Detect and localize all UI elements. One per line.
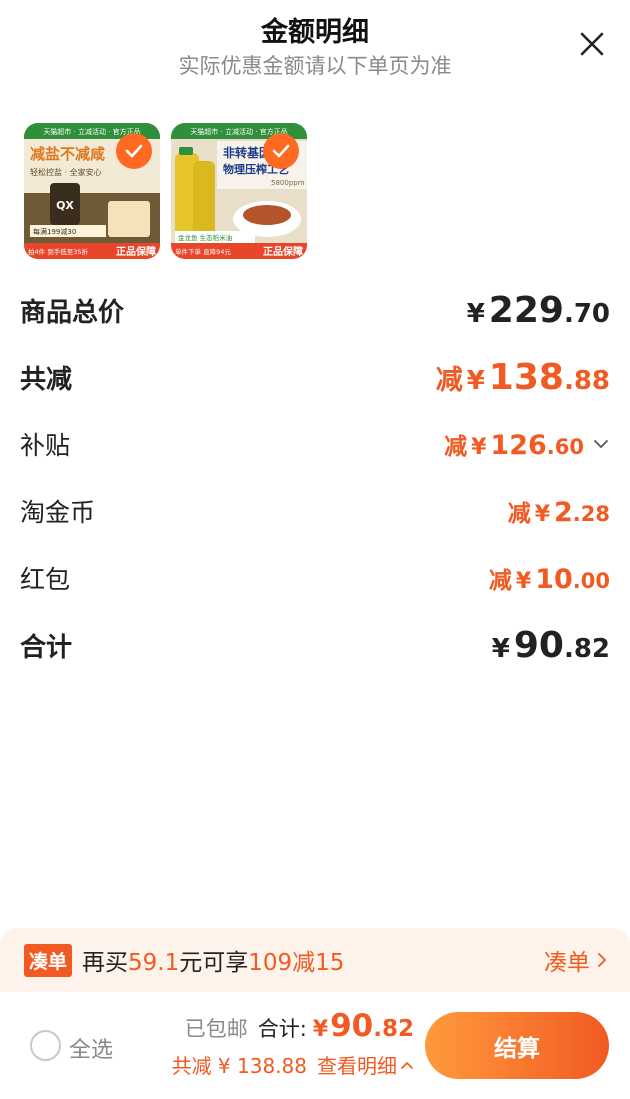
- product-1-footer-right: 正品保障: [116, 245, 156, 258]
- product-2-spec: 5800ppm: [271, 179, 305, 187]
- chevron-up-icon: [401, 1061, 413, 1069]
- checkout-button[interactable]: 结算: [425, 1012, 609, 1079]
- shipping-free-label: 已包邮: [184, 1017, 248, 1041]
- product-2-footer-right: 正品保障: [263, 245, 303, 258]
- product-1-brand: QX: [56, 199, 74, 212]
- footer-reduce-text: 共减 ¥ 138.88: [171, 1054, 307, 1078]
- select-all-label[interactable]: 全选: [69, 1032, 113, 1064]
- product-2-promo: 金龙鱼 生态稻米油: [178, 233, 232, 242]
- hongbao-value: 减 ¥10.00: [488, 564, 610, 595]
- add-on-promo-bar: 凑单 再买59.1元可享109减15 凑单: [0, 928, 630, 992]
- product-thumbnail-2[interactable]: 天猫超市 · 立减活动 · 官方正品 非转基因 物理压榨工艺 5800ppm 金…: [171, 123, 307, 259]
- close-icon[interactable]: [576, 28, 608, 60]
- product-1-headline: 减盐不减咸: [30, 145, 105, 163]
- check-icon[interactable]: [116, 133, 152, 169]
- checkout-footer: 全选 已包邮 合计: ¥90.82 共减 ¥ 138.88 查看明细 结算: [0, 992, 630, 1099]
- chevron-right-icon: [598, 953, 606, 967]
- total-reduce-value: 减 ¥138.88: [435, 356, 610, 398]
- product-1-footer-left: 拍4件 到手低至35折: [28, 247, 88, 256]
- footer-total: 已包邮 合计: ¥90.82: [184, 1008, 414, 1044]
- row-subsidy[interactable]: 补贴 减 ¥126.60: [20, 420, 610, 468]
- page-title: 金额明细: [261, 17, 369, 48]
- footer-total-label: 合计:: [257, 1017, 307, 1041]
- add-on-link[interactable]: 凑单: [544, 943, 610, 977]
- row-taojinbi: 淘金币 减 ¥2.28: [20, 487, 610, 535]
- footer-reduce: 共减 ¥ 138.88 查看明细: [172, 1050, 414, 1079]
- product-2-footer-left: 单件下单 直降94元: [175, 247, 231, 256]
- product-thumbnail-1[interactable]: 天猫超市 · 立减活动 · 官方正品 减盐不减咸 轻松控盐 · 全家安心 QX …: [24, 123, 160, 259]
- grand-total-label: 合计: [20, 632, 73, 663]
- hongbao-label: 红包: [20, 565, 71, 594]
- add-on-text: 再买59.1元可享109减15: [82, 950, 345, 976]
- product-1-subheadline: 轻松控盐 · 全家安心: [30, 167, 102, 177]
- product-1-promo: 每满199减30: [33, 227, 76, 236]
- sheet-header: 金额明细 实际优惠金额请以下单页为准: [0, 0, 630, 90]
- subsidy-label: 补贴: [20, 431, 71, 460]
- row-grand-total: 合计 ¥90.82: [20, 621, 610, 669]
- row-hongbao: 红包 减 ¥10.00: [20, 554, 610, 602]
- row-total-reduce: 共减 减 ¥138.88: [20, 353, 610, 401]
- total-price-label: 商品总价: [20, 297, 125, 328]
- total-reduce-label: 共减: [20, 364, 73, 395]
- grand-total-value: ¥90.82: [491, 624, 610, 666]
- check-icon[interactable]: [263, 133, 299, 169]
- select-all-radio[interactable]: [30, 1030, 61, 1061]
- taojinbi-label: 淘金币: [20, 498, 96, 527]
- view-detail-link[interactable]: 查看明细: [317, 1050, 414, 1079]
- subsidy-value: 减 ¥126.60: [444, 427, 610, 461]
- page-subtitle: 实际优惠金额请以下单页为准: [178, 54, 452, 78]
- product-thumbnails: 天猫超市 · 立减活动 · 官方正品 减盐不减咸 轻松控盐 · 全家安心 QX …: [24, 123, 307, 259]
- total-price-value: ¥229.70: [466, 289, 610, 331]
- row-total-price: 商品总价 ¥229.70: [20, 286, 610, 334]
- add-on-tag: 凑单: [24, 943, 73, 977]
- chevron-down-icon[interactable]: [592, 435, 610, 453]
- taojinbi-value: 减 ¥2.28: [507, 497, 610, 528]
